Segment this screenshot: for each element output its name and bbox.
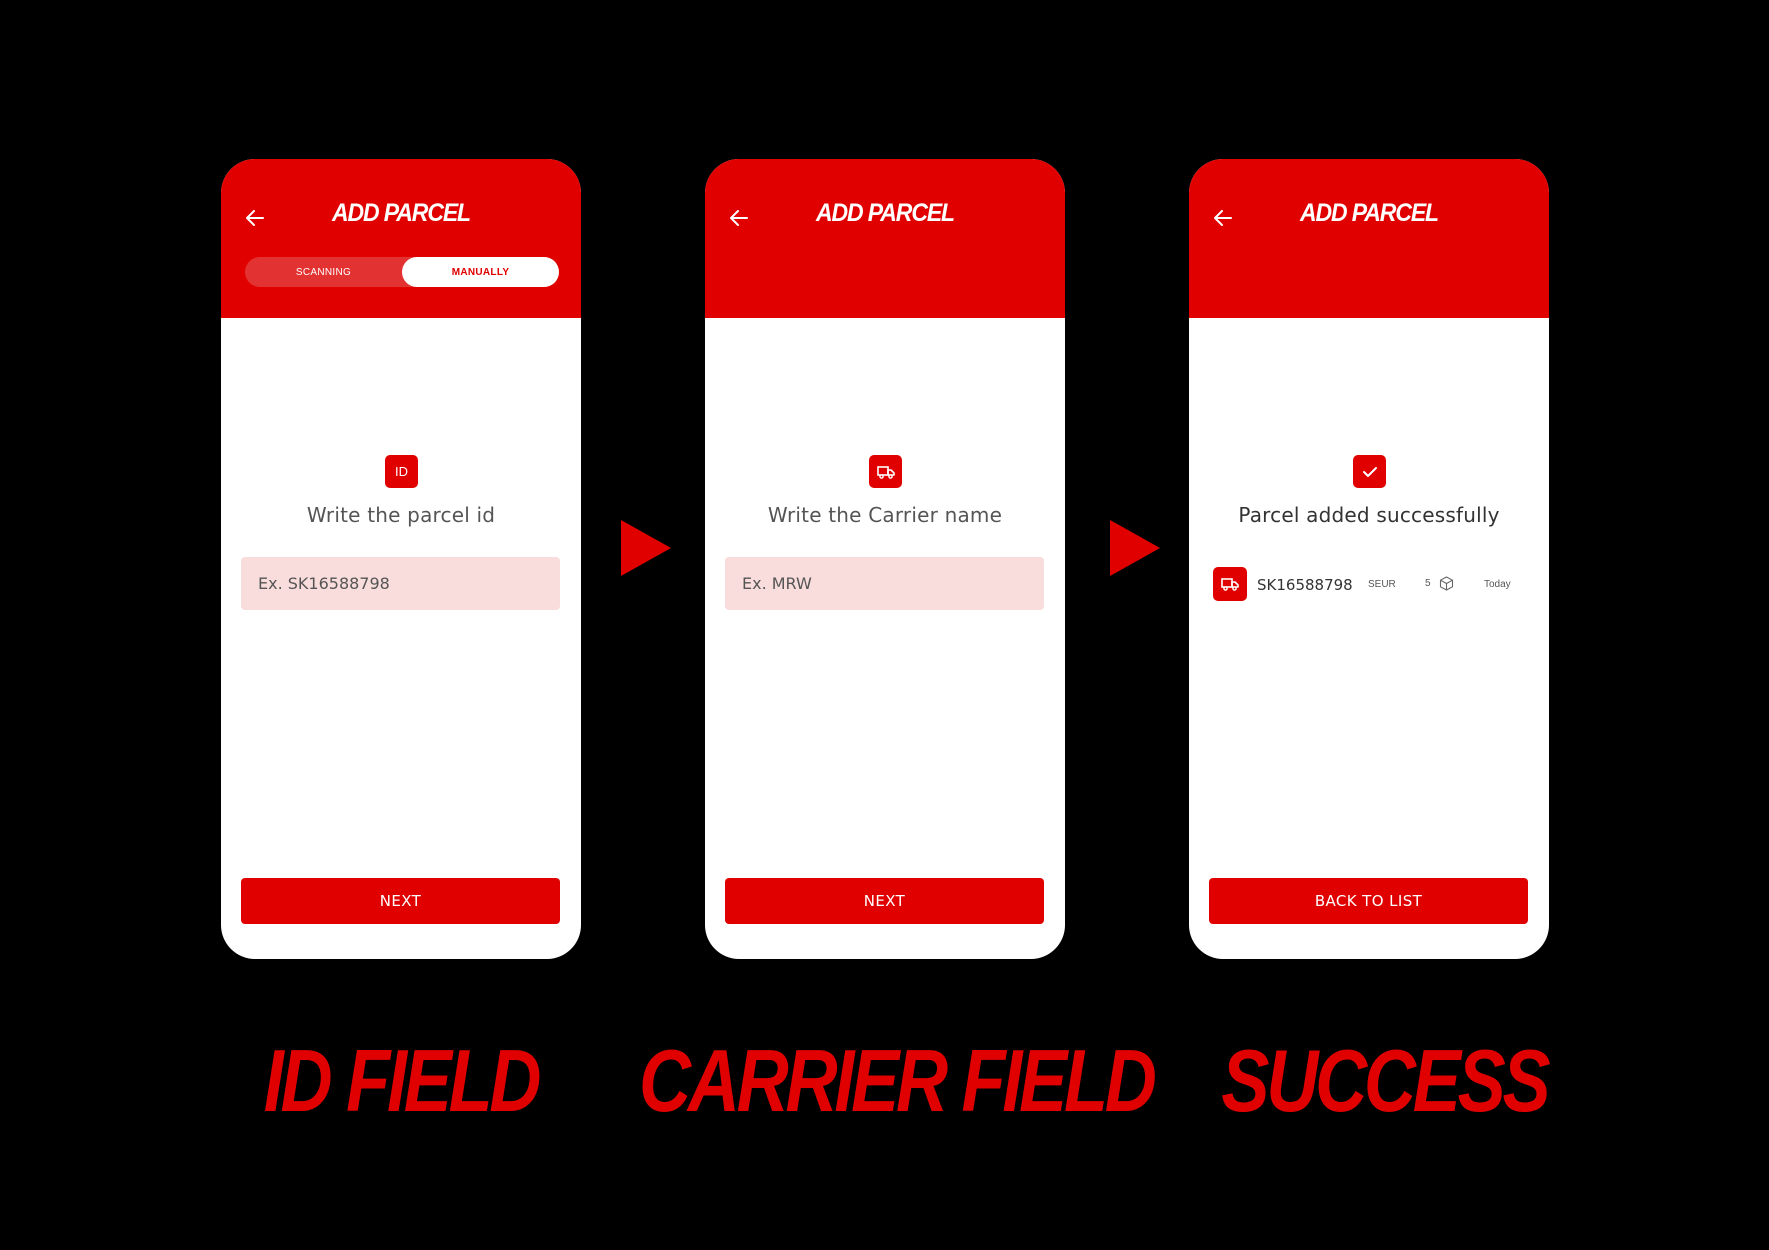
check-icon [1353,455,1386,488]
mode-toggle: SCANNING MANUALLY [245,257,559,287]
page-title: ADD PARCEL [1299,199,1439,227]
caption-id-field: ID FIELD [263,1031,542,1130]
parcel-id: SK16588798 [1257,576,1353,594]
back-to-list-button[interactable]: BACK TO LIST [1209,878,1528,924]
prompt-text: Write the parcel id [306,503,496,527]
carrier-name: SEUR [1368,579,1396,590]
id-icon-label: ID [395,464,408,479]
parcel-id-input[interactable] [241,557,560,610]
next-button[interactable]: NEXT [725,878,1044,924]
list-item[interactable]: SK16588798 SEUR 5 Today [1213,567,1531,601]
screen-success: ADD PARCEL Parcel added successfully SK1… [1189,159,1549,959]
caption-carrier-field: CARRIER FIELD [639,1031,1157,1130]
page-title: ADD PARCEL [331,199,471,227]
tab-manually[interactable]: MANUALLY [402,257,559,287]
box-icon [1439,576,1454,591]
success-message: Parcel added successfully [1238,503,1500,527]
flow-arrow-2 [1110,520,1160,576]
header: ADD PARCEL [705,159,1065,318]
prompt-text: Write the Carrier name [767,503,1003,527]
flow-arrow-1 [621,520,671,576]
id-icon: ID [385,455,418,488]
screen-id-field: ADD PARCEL SCANNING MANUALLY ID Write th… [221,159,581,959]
header: ADD PARCEL [1189,159,1549,318]
carrier-name-input[interactable] [725,557,1044,610]
screen-carrier-field: ADD PARCEL Write the Carrier name NEXT [705,159,1065,959]
truck-icon [1213,567,1247,601]
truck-icon [869,455,902,488]
page-title: ADD PARCEL [815,199,955,227]
header: ADD PARCEL SCANNING MANUALLY [221,159,581,318]
date-label: Today [1484,579,1511,590]
next-button[interactable]: NEXT [241,878,560,924]
package-count: 5 [1425,578,1431,589]
caption-success: SUCCESS [1221,1031,1550,1130]
tab-scanning[interactable]: SCANNING [245,257,402,287]
